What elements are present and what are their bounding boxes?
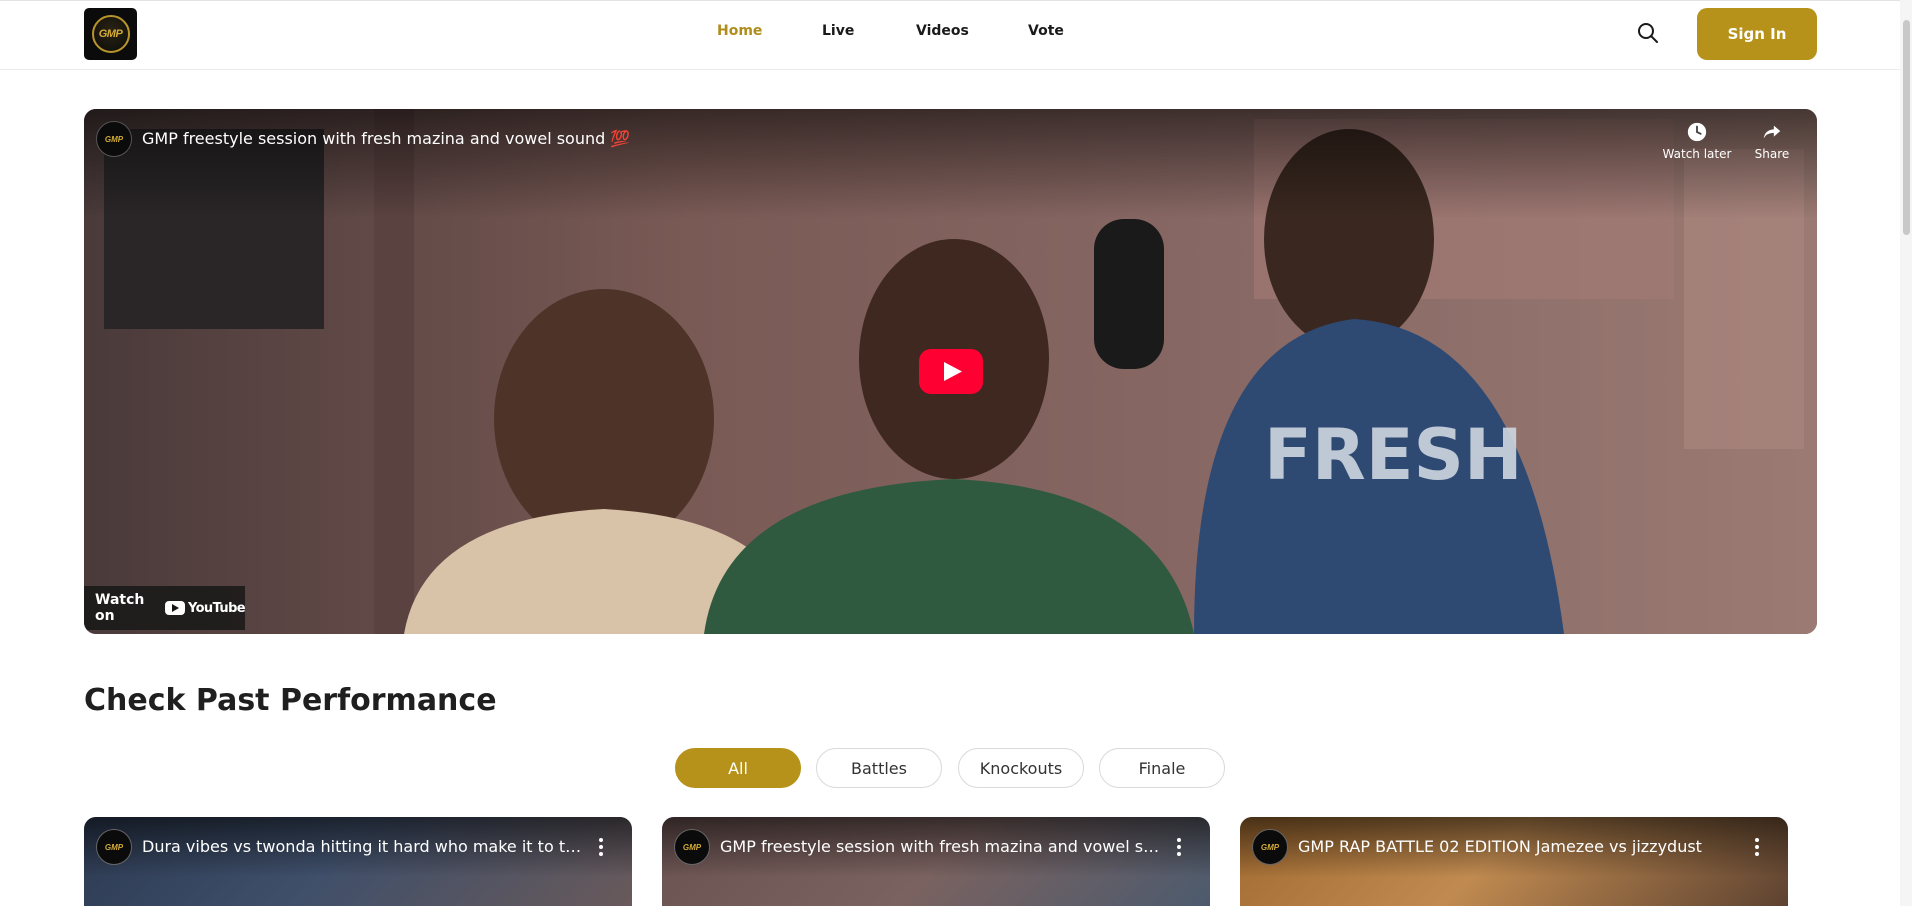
video-title[interactable]: GMP freestyle session with fresh mazina … [142, 129, 630, 148]
watch-on-label: Watch on [95, 592, 145, 624]
card-avatar-text: GMP [104, 842, 124, 852]
site-header: GMP Home Live Videos Vote Sign In [0, 0, 1900, 70]
nav-videos[interactable]: Videos [916, 23, 969, 39]
more-options-icon[interactable] [1176, 837, 1182, 857]
watch-later-label: Watch later [1662, 147, 1732, 161]
filter-knockouts[interactable]: Knockouts [958, 748, 1084, 788]
channel-avatar[interactable]: GMP [96, 121, 132, 157]
play-icon [919, 349, 983, 394]
card-channel-avatar[interactable]: GMP [96, 829, 132, 865]
share-icon [1763, 125, 1781, 139]
card-channel-avatar[interactable]: GMP [1252, 829, 1288, 865]
scrollbar-thumb[interactable] [1903, 20, 1910, 235]
nav-live[interactable]: Live [822, 23, 854, 39]
watch-on-youtube-link[interactable]: Watch on YouTube [84, 586, 246, 630]
share-label: Share [1754, 147, 1790, 161]
watch-later-button[interactable]: Watch later [1657, 121, 1737, 161]
card-title[interactable]: Dura vibes vs twonda hitting it hard who… [142, 837, 582, 856]
svg-text:FRESH: FRESH [1264, 414, 1523, 496]
nav-home[interactable]: Home [717, 23, 762, 39]
youtube-play-icon [164, 601, 185, 615]
youtube-wordmark: YouTube [187, 600, 246, 616]
card-avatar-text: GMP [1260, 842, 1280, 852]
sign-in-button[interactable]: Sign In [1697, 8, 1817, 60]
card-channel-avatar[interactable]: GMP [674, 829, 710, 865]
play-button[interactable] [919, 349, 983, 394]
page-scrollbar[interactable] [1900, 0, 1912, 906]
section-title: Check Past Performance [84, 683, 497, 718]
more-options-icon[interactable] [598, 837, 604, 857]
filter-finale[interactable]: Finale [1099, 748, 1225, 788]
filter-battles[interactable]: Battles [816, 748, 942, 788]
main-nav: Home Live Videos Vote [0, 23, 1900, 45]
youtube-logo: YouTube [164, 600, 246, 616]
card-title[interactable]: GMP RAP BATTLE 02 EDITION Jamezee vs jiz… [1298, 837, 1738, 856]
filter-all[interactable]: All [675, 748, 801, 788]
player-top-overlay [84, 109, 1817, 219]
share-button[interactable]: Share [1732, 121, 1812, 161]
clock-icon [1687, 122, 1707, 142]
featured-video-player[interactable]: FRESH GMP GMP freestyle session with fre… [84, 109, 1817, 634]
video-card[interactable]: GMP Dura vibes vs twonda hitting it hard… [84, 817, 632, 906]
nav-vote[interactable]: Vote [1028, 23, 1064, 39]
search-icon[interactable] [1636, 21, 1660, 45]
video-card[interactable]: GMP GMP RAP BATTLE 02 EDITION Jamezee vs… [1240, 817, 1788, 906]
filter-tabs: All Battles Knockouts Finale [0, 748, 1912, 788]
card-title[interactable]: GMP freestyle session with fresh mazina … [720, 837, 1160, 856]
video-card[interactable]: GMP GMP freestyle session with fresh maz… [662, 817, 1210, 906]
channel-avatar-text: GMP [104, 134, 124, 144]
card-avatar-text: GMP [682, 842, 702, 852]
more-options-icon[interactable] [1754, 837, 1760, 857]
